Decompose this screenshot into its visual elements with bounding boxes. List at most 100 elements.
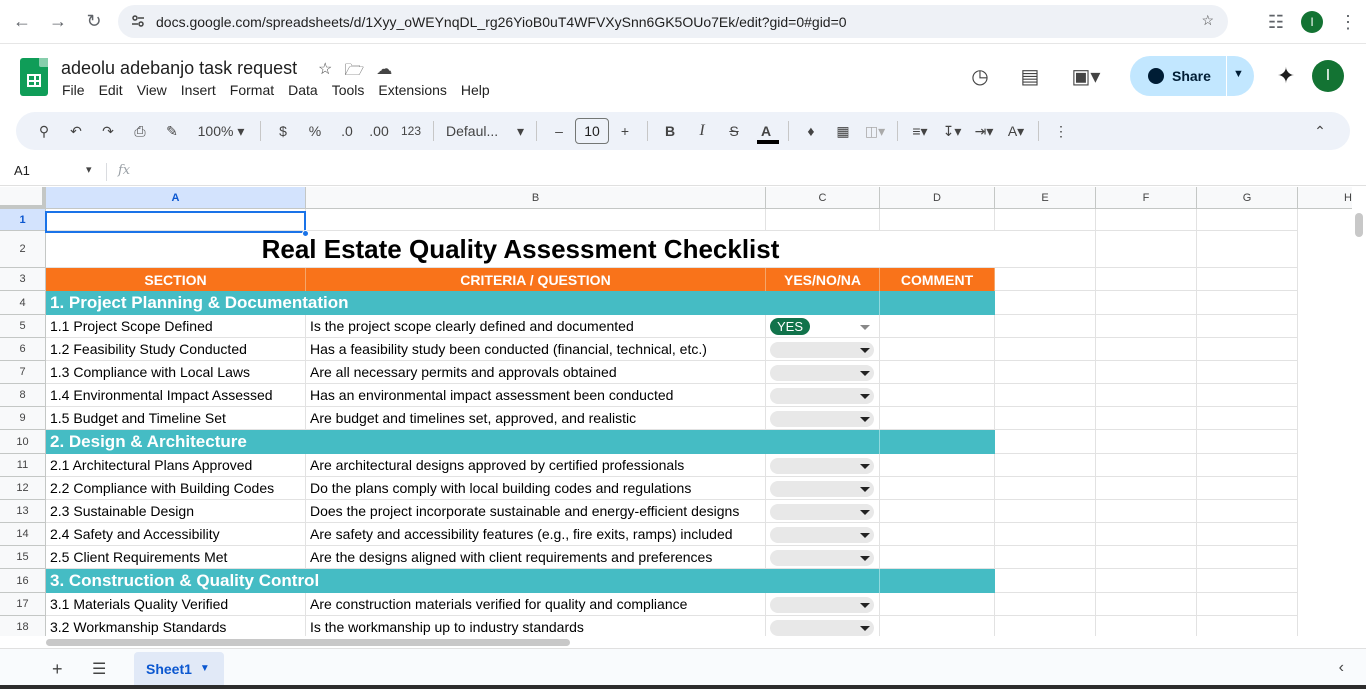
row-header-9[interactable]: 9: [0, 407, 46, 430]
empty-cell[interactable]: [1197, 407, 1298, 430]
section-item-cell[interactable]: 1.4 Environmental Impact Assessed: [46, 384, 306, 407]
menu-format[interactable]: Format: [230, 82, 283, 98]
empty-cell[interactable]: [1197, 291, 1298, 315]
font-size-input[interactable]: 10: [575, 118, 609, 144]
empty-cell[interactable]: [995, 546, 1096, 569]
row-header-18[interactable]: 18: [0, 616, 46, 636]
column-header-f[interactable]: F: [1096, 187, 1197, 209]
row-header-1[interactable]: 1: [0, 209, 46, 231]
empty-cell[interactable]: [1197, 523, 1298, 546]
answer-dropdown-chip[interactable]: [770, 620, 874, 636]
share-button[interactable]: Share ▼: [1130, 56, 1254, 96]
section-band-cell[interactable]: [766, 291, 880, 315]
all-sheets-icon[interactable]: ☰: [92, 659, 106, 679]
section-band-cell[interactable]: [880, 569, 995, 593]
row-header-11[interactable]: 11: [0, 454, 46, 477]
section-band-cell[interactable]: [880, 291, 995, 315]
dropdown-arrow-icon[interactable]: [860, 371, 870, 376]
version-history-icon[interactable]: ◷: [960, 56, 1000, 96]
empty-cell[interactable]: [995, 500, 1096, 523]
vertical-align-icon[interactable]: ↧▾: [936, 112, 968, 150]
empty-cell[interactable]: [1096, 593, 1197, 616]
criteria-question-cell[interactable]: Are budget and timelines set, approved, …: [306, 407, 766, 430]
comment-cell[interactable]: [880, 500, 995, 523]
answer-dropdown-chip[interactable]: [770, 504, 874, 520]
header-criteria[interactable]: CRITERIA / QUESTION: [306, 268, 766, 291]
bookmark-star-icon[interactable]: ☆: [1201, 12, 1214, 29]
font-size-decrease-icon[interactable]: –: [543, 112, 575, 150]
search-menus-icon[interactable]: ⚲: [28, 112, 60, 150]
yes-chip[interactable]: YES: [770, 318, 811, 335]
dropdown-arrow-icon[interactable]: [860, 417, 870, 422]
empty-cell[interactable]: [1197, 593, 1298, 616]
column-header-g[interactable]: G: [1197, 187, 1298, 209]
empty-cell[interactable]: [1197, 500, 1298, 523]
empty-cell[interactable]: [1096, 523, 1197, 546]
comment-cell[interactable]: [880, 454, 995, 477]
column-header-e[interactable]: E: [995, 187, 1096, 209]
empty-cell[interactable]: [995, 361, 1096, 384]
fill-color-icon[interactable]: ♦: [795, 112, 827, 150]
section-item-cell[interactable]: 2.5 Client Requirements Met: [46, 546, 306, 569]
text-wrapping-icon[interactable]: ⇥▾: [968, 112, 1000, 150]
empty-cell[interactable]: [1096, 500, 1197, 523]
column-header-b[interactable]: B: [306, 187, 766, 209]
section-band-cell[interactable]: [880, 430, 995, 454]
empty-cell[interactable]: [306, 209, 766, 231]
criteria-question-cell[interactable]: Are all necessary permits and approvals …: [306, 361, 766, 384]
section-item-cell[interactable]: 3.1 Materials Quality Verified: [46, 593, 306, 616]
dropdown-arrow-icon[interactable]: [860, 556, 870, 561]
comment-cell[interactable]: [880, 616, 995, 636]
empty-cell[interactable]: [995, 407, 1096, 430]
merge-cells-icon[interactable]: ◫▾: [859, 112, 891, 150]
horizontal-scroll-thumb[interactable]: [46, 639, 570, 646]
empty-cell[interactable]: [1096, 384, 1197, 407]
row-header-12[interactable]: 12: [0, 477, 46, 500]
row-header-13[interactable]: 13: [0, 500, 46, 523]
empty-cell[interactable]: [1096, 361, 1197, 384]
empty-cell[interactable]: [1096, 546, 1197, 569]
empty-cell[interactable]: [995, 291, 1096, 315]
strikethrough-button[interactable]: S: [718, 112, 750, 150]
section-item-cell[interactable]: 1.2 Feasibility Study Conducted: [46, 338, 306, 361]
empty-cell[interactable]: [1096, 231, 1197, 268]
section-item-cell[interactable]: 2.4 Safety and Accessibility: [46, 523, 306, 546]
zoom-select[interactable]: 100% ▾: [188, 112, 254, 150]
empty-cell[interactable]: [1096, 407, 1197, 430]
row-header-14[interactable]: 14: [0, 523, 46, 546]
empty-cell[interactable]: [995, 430, 1096, 454]
collapse-toolbar-icon[interactable]: ⌃: [1304, 112, 1336, 150]
empty-cell[interactable]: [995, 315, 1096, 338]
vertical-scroll-thumb[interactable]: [1355, 213, 1363, 237]
empty-cell[interactable]: [1197, 209, 1298, 231]
empty-cell[interactable]: [995, 477, 1096, 500]
currency-format-button[interactable]: $: [267, 112, 299, 150]
empty-cell[interactable]: [995, 231, 1096, 268]
empty-cell[interactable]: [1096, 268, 1197, 291]
section-item-cell[interactable]: 1.5 Budget and Timeline Set: [46, 407, 306, 430]
empty-cell[interactable]: [1096, 430, 1197, 454]
answer-dropdown-chip[interactable]: [770, 527, 874, 543]
header-yes-no-na[interactable]: YES/NO/NA: [766, 268, 880, 291]
horizontal-scrollbar[interactable]: [46, 636, 1366, 648]
empty-cell[interactable]: [995, 569, 1096, 593]
empty-cell[interactable]: [1197, 268, 1298, 291]
empty-cell[interactable]: [1096, 569, 1197, 593]
address-bar[interactable]: docs.google.com/spreadsheets/d/1Xyy_oWEY…: [118, 5, 1228, 38]
undo-icon[interactable]: ↶: [60, 112, 92, 150]
comments-icon[interactable]: ▤: [1010, 56, 1050, 96]
criteria-question-cell[interactable]: Are architectural designs approved by ce…: [306, 454, 766, 477]
increase-decimal-button[interactable]: .00: [363, 112, 395, 150]
menu-extensions[interactable]: Extensions: [378, 82, 455, 98]
criteria-question-cell[interactable]: Has an environmental impact assessment b…: [306, 384, 766, 407]
empty-cell[interactable]: [1096, 291, 1197, 315]
empty-cell[interactable]: [1197, 231, 1298, 268]
criteria-question-cell[interactable]: Do the plans comply with local building …: [306, 477, 766, 500]
empty-cell[interactable]: [766, 209, 880, 231]
column-header-a[interactable]: A: [46, 187, 306, 209]
section-item-cell[interactable]: 2.3 Sustainable Design: [46, 500, 306, 523]
header-comment[interactable]: COMMENT: [880, 268, 995, 291]
empty-cell[interactable]: [1096, 338, 1197, 361]
empty-cell[interactable]: [995, 268, 1096, 291]
sheet-tab-sheet1[interactable]: Sheet1 ▼: [134, 652, 224, 685]
